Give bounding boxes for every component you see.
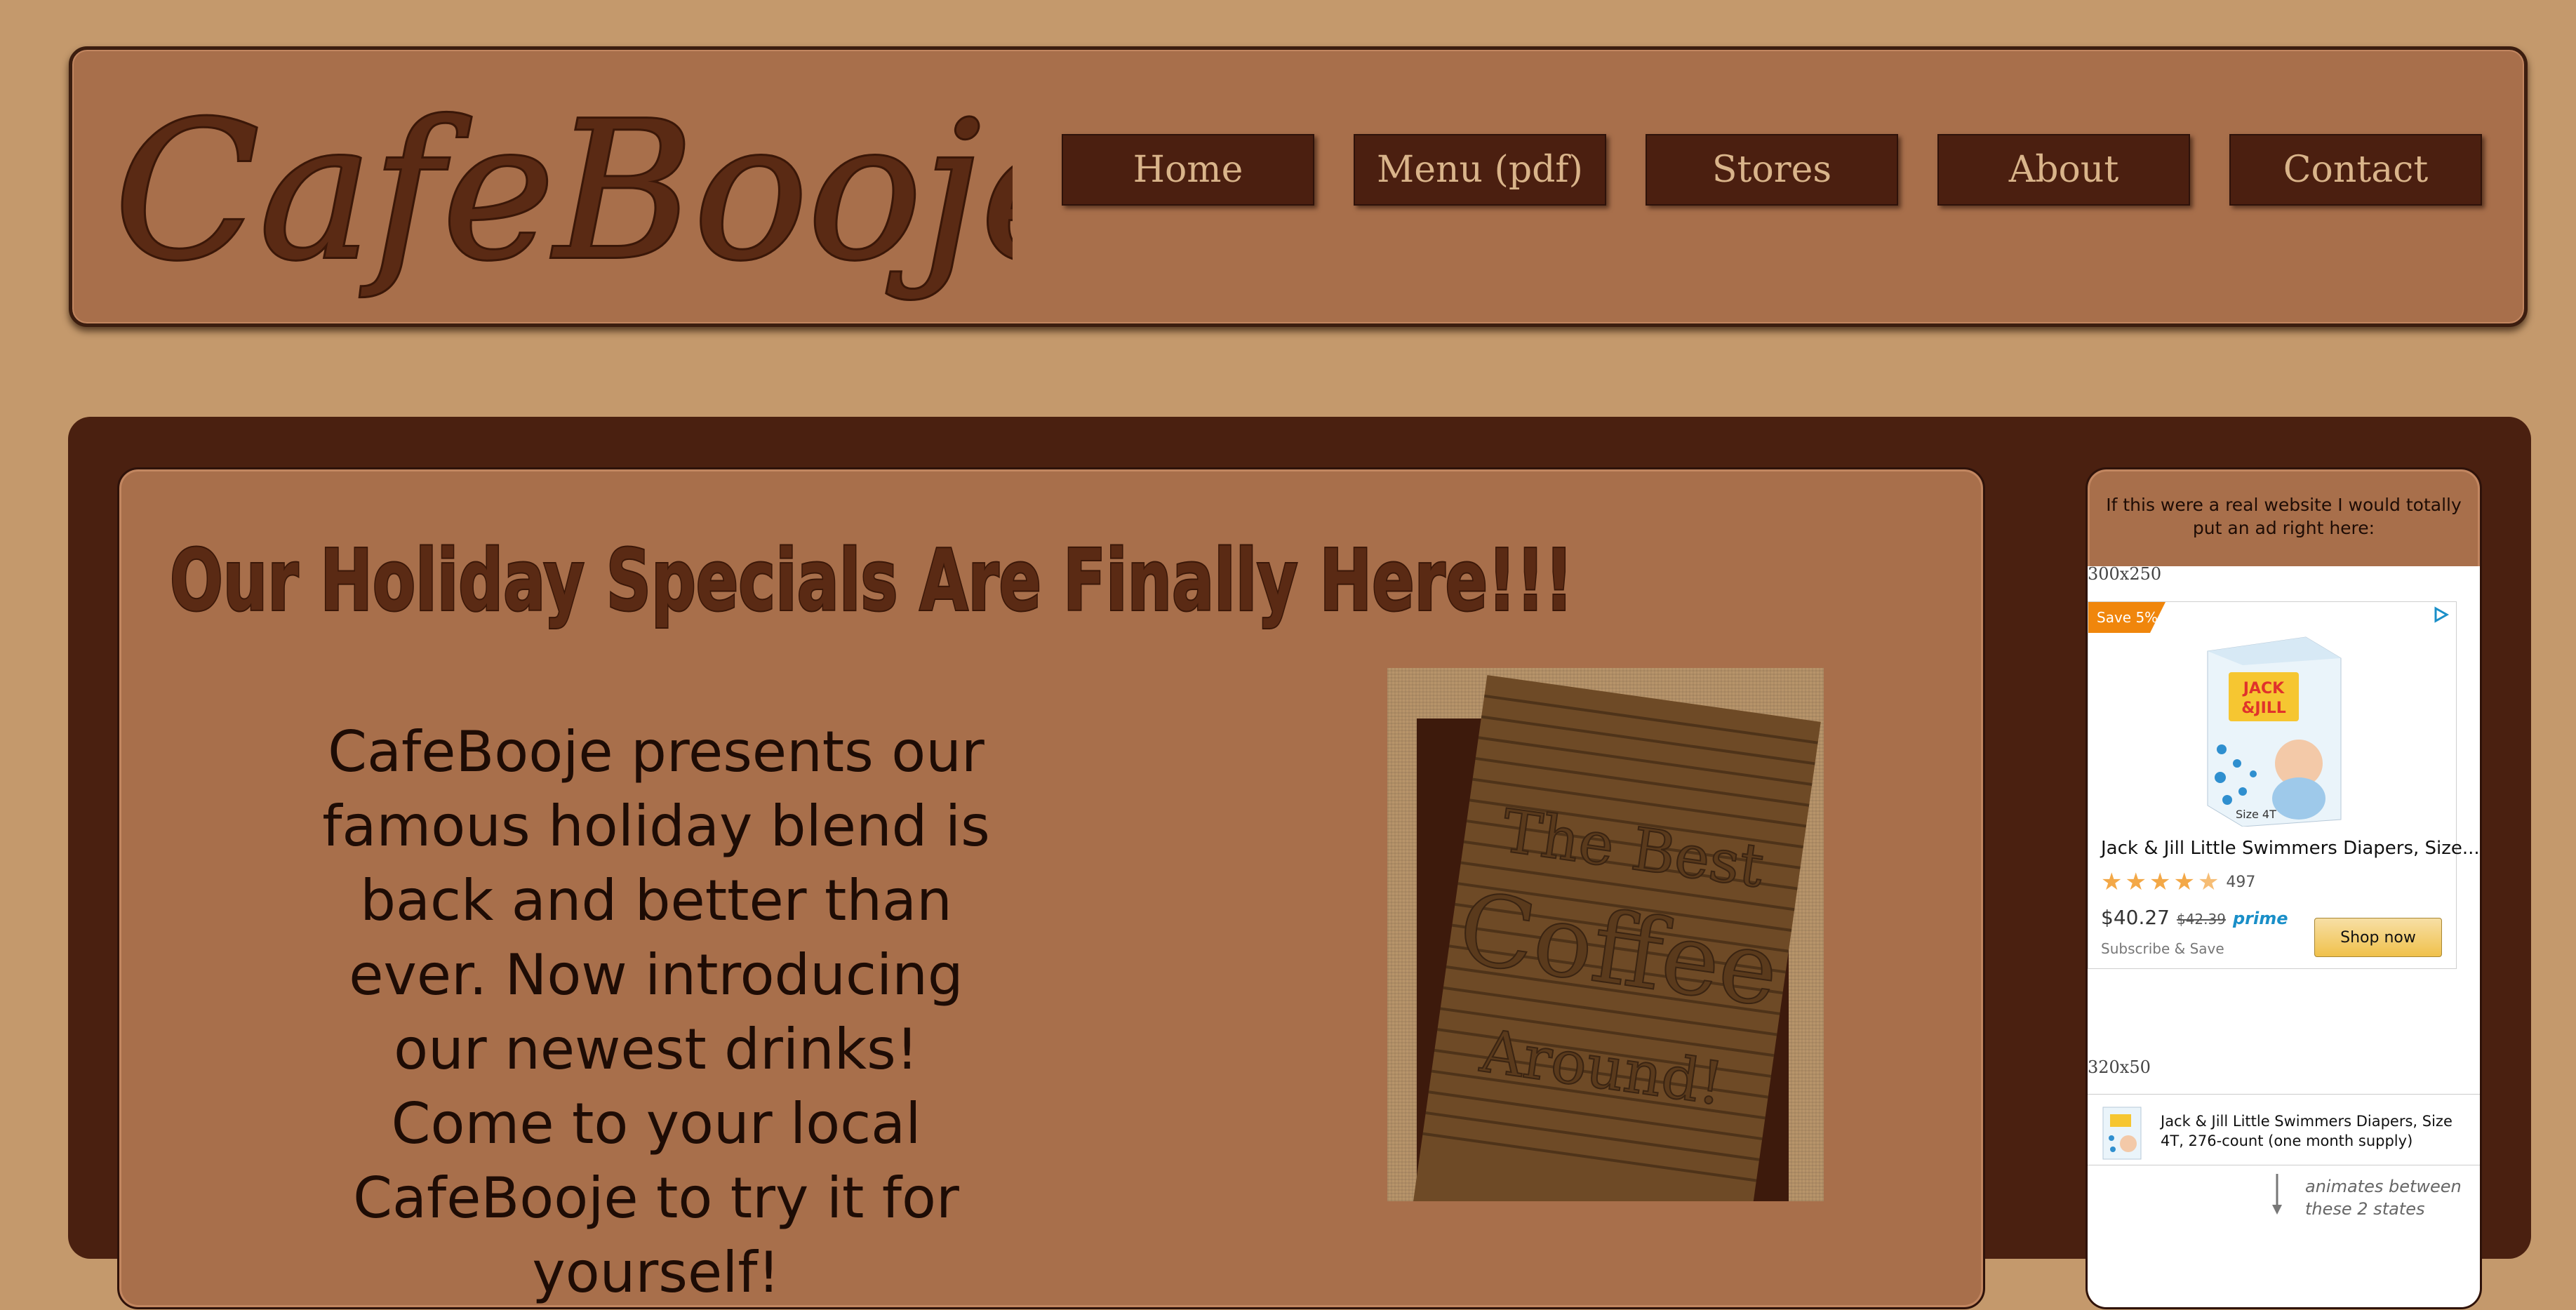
promo-image: The Best Coffee Around!: [1387, 668, 1824, 1201]
logo-text: CafeBooje: [114, 81, 1013, 302]
animates-note: animates between these 2 states: [2305, 1177, 2462, 1219]
star-icon: ★: [2125, 868, 2147, 896]
ad1-size-label: 300x250: [2088, 564, 2162, 584]
star-icon: ★: [2101, 868, 2123, 896]
star-icon: ★: [2173, 868, 2195, 896]
price: $40.27: [2101, 906, 2170, 929]
site-header: CafeBooje Home Menu (pdf) Stores About C…: [69, 46, 2528, 327]
svg-text:&JILL: &JILL: [2241, 700, 2286, 717]
product-title[interactable]: Jack & Jill Little Swimmers Diapers, Siz…: [2101, 838, 2480, 859]
intro-paragraph: CafeBooje presents our famous holiday bl…: [322, 719, 990, 1305]
subscribe-save: Subscribe & Save: [2101, 940, 2224, 957]
ad2-product-title[interactable]: Jack & Jill Little Swimmers Diapers, Siz…: [2161, 1111, 2455, 1151]
shop-now-button[interactable]: Shop now: [2314, 918, 2442, 957]
adchoices-icon[interactable]: [2432, 606, 2449, 623]
main-frame: Our Holiday Specials Are Finally Here!!!…: [68, 417, 2531, 1309]
site-logo[interactable]: CafeBooje: [100, 71, 1095, 309]
nav-stores-button[interactable]: Stores: [1646, 134, 1898, 206]
ad-area: 300x250 Save 5% JACK &JILL Size 4T Jack …: [2088, 564, 2480, 1307]
star-icon: ★: [2149, 868, 2171, 896]
main-nav: Home Menu (pdf) Stores About Contact: [1062, 134, 2482, 208]
old-price: $42.39: [2176, 911, 2226, 928]
ad-320x50[interactable]: Jack & Jill Little Swimmers Diapers, Siz…: [2088, 1094, 2480, 1165]
svg-text:JACK: JACK: [2242, 680, 2285, 697]
nav-contact-button[interactable]: Contact: [2229, 134, 2482, 206]
ad2-size-label: 320x50: [2088, 1057, 2151, 1077]
save-badge: Save 5%: [2088, 602, 2165, 633]
svg-text:Size 4T: Size 4T: [2236, 808, 2276, 821]
rating-count: 497: [2226, 873, 2256, 891]
logo-graphic: CafeBooje: [112, 79, 1095, 304]
ad-300x250[interactable]: Save 5% JACK &JILL Size 4T Jack & Jill L…: [2088, 601, 2480, 969]
ad-note: If this were a real website I would tota…: [2106, 495, 2462, 538]
diaper-product-image: JACK &JILL Size 4T: [2207, 636, 2342, 827]
nav-home-button[interactable]: Home: [1062, 134, 1314, 206]
content-panel: Our Holiday Specials Are Finally Here!!!…: [117, 467, 1985, 1309]
nav-menu-pdf-button[interactable]: Menu (pdf): [1354, 134, 1606, 206]
prime-badge: prime: [2232, 909, 2288, 928]
headline-text: Our Holiday Specials Are Finally Here!!!: [170, 533, 1573, 630]
ad-sidebar: If this were a real website I would tota…: [2086, 467, 2482, 1309]
diaper-thumbnail: [2102, 1107, 2142, 1160]
nav-about-button[interactable]: About: [1937, 134, 2190, 206]
page-headline: Our Holiday Specials Are Finally Here!!!: [168, 512, 1854, 631]
half-star-icon: ★: [2197, 868, 2220, 896]
arrow-down-icon: [2272, 1174, 2282, 1215]
price-row: $40.27 $42.39 prime: [2101, 906, 2288, 929]
rating-stars: ★ ★ ★ ★ ★ 497: [2101, 870, 2255, 894]
